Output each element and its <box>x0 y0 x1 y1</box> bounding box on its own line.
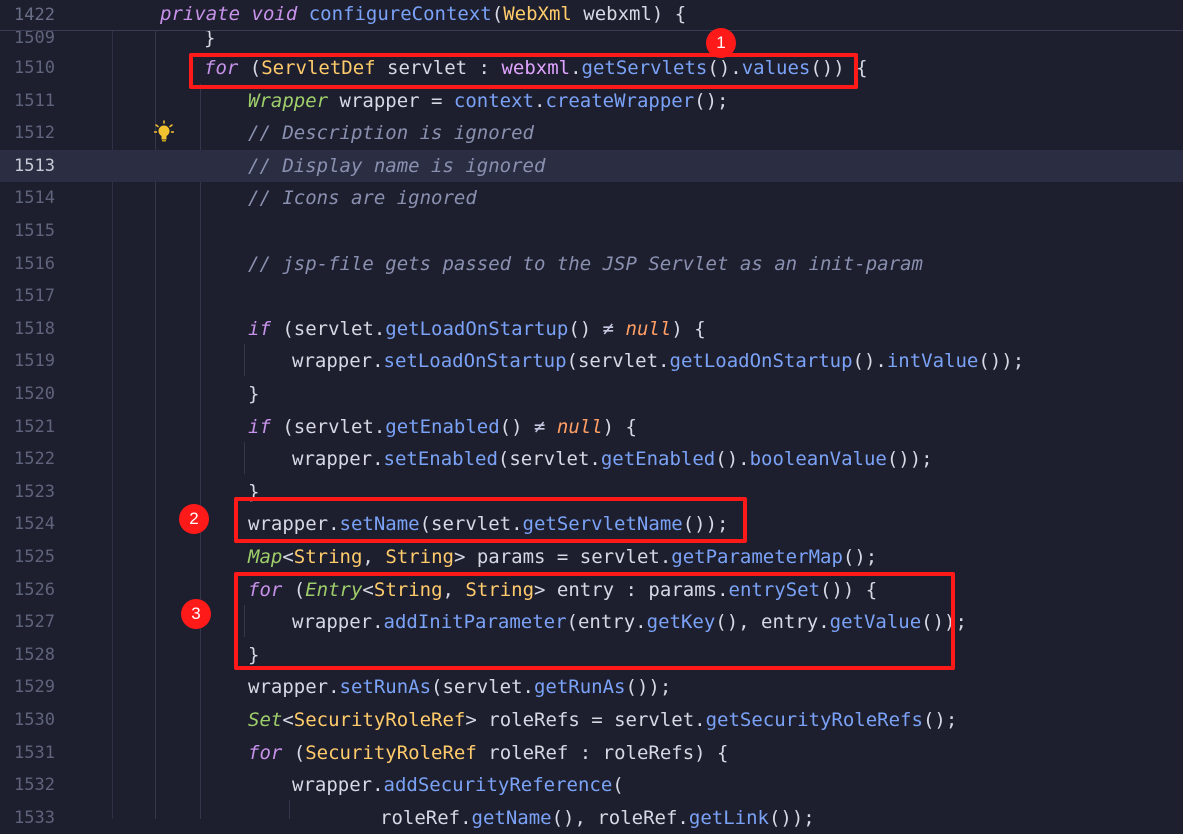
code-line[interactable]: 1514 // Icons are ignored <box>0 182 1183 215</box>
annotation-box-2 <box>234 497 747 543</box>
code-text: for (SecurityRoleRef roleRef : roleRefs)… <box>248 741 729 764</box>
code-text: roleRef.getName(), roleRef.getLink()); <box>380 806 815 829</box>
annotation-box-3 <box>234 572 955 670</box>
code-text: if (servlet.getLoadOnStartup() ≠ null) { <box>248 317 706 340</box>
line-number: 1527 <box>14 612 55 633</box>
annotation-badge-3: 3 <box>181 599 211 629</box>
line-number: 1514 <box>14 188 55 209</box>
code-line[interactable]: 1516 // jsp-file gets passed to the JSP S… <box>0 248 1183 281</box>
code-text: wrapper.setLoadOnStartup(servlet.getLoad… <box>292 350 1025 373</box>
line-number: 1513 <box>14 155 55 176</box>
line-number: 1516 <box>14 253 55 274</box>
line-number: 1525 <box>14 547 55 567</box>
code-text: // Description is ignored <box>248 122 534 145</box>
code-text: // jsp-file gets passed to the JSP Servl… <box>248 252 923 275</box>
line-number: 1522 <box>14 449 55 470</box>
annotation-box-1 <box>189 53 858 89</box>
code-text: Wrapper wrapper = context.createWrapper(… <box>248 89 729 112</box>
sticky-method-signature[interactable]: private void configureContext(WebXml web… <box>160 0 686 28</box>
line-number: 1531 <box>14 742 55 763</box>
line-number: 1532 <box>14 775 55 796</box>
code-line[interactable]: 1522 wrapper.setEnabled(servlet.getEnable… <box>0 443 1183 476</box>
code-text: wrapper.setRunAs(servlet.getRunAs()); <box>248 676 672 699</box>
code-line[interactable]: 1519 wrapper.setLoadOnStartup(servlet.get… <box>0 345 1183 378</box>
line-number: 1510 <box>14 58 55 78</box>
line-number: 1519 <box>14 351 55 372</box>
code-line[interactable]: 1529 wrapper.setRunAs(servlet.getRunAs())… <box>0 671 1183 704</box>
code-line[interactable]: 1532 wrapper.addSecurityReference( <box>0 769 1183 802</box>
code-text: } <box>248 383 260 405</box>
code-text: Map<String, String> params = servlet.get… <box>248 546 878 568</box>
line-number: 1530 <box>14 710 55 730</box>
code-line[interactable]: 1531 for (SecurityRoleRef roleRef : roleR… <box>0 737 1183 770</box>
code-text: wrapper.setEnabled(servlet.getEnabled().… <box>292 448 933 471</box>
code-text: // Display name is ignored <box>248 154 546 177</box>
code-editor[interactable]: 1422 private void configureContext(WebXm… <box>0 0 1183 829</box>
code-line[interactable]: 1518 if (servlet.getLoadOnStartup() ≠ nul… <box>0 313 1183 346</box>
code-line[interactable]: 1525 Map<String, String> params = servlet… <box>0 541 1183 574</box>
code-text: wrapper.addSecurityReference( <box>292 774 624 797</box>
line-number: 1512 <box>14 123 55 144</box>
line-number: 1529 <box>14 677 55 698</box>
code-text: // Icons are ignored <box>248 187 477 210</box>
line-number: 1515 <box>14 221 55 241</box>
sticky-scope-header[interactable]: 1422 private void configureContext(WebXm… <box>0 0 1183 31</box>
line-number: 1520 <box>14 384 55 404</box>
code-line[interactable]: 1533 roleRef.getName(), roleRef.getLink()… <box>0 802 1183 834</box>
line-number: 1533 <box>14 807 55 828</box>
code-line[interactable]: 1515 <box>0 215 1183 248</box>
code-line[interactable]: 1521 if (servlet.getEnabled() ≠ null) { <box>0 411 1183 444</box>
code-line[interactable]: 1517 <box>0 280 1183 313</box>
line-number: 1523 <box>14 481 55 502</box>
lightbulb-icon[interactable] <box>154 120 174 144</box>
annotation-badge-2: 2 <box>179 504 209 534</box>
line-number: 1511 <box>14 90 55 111</box>
line-number: 1422 <box>14 5 55 25</box>
line-number: 1524 <box>14 514 55 535</box>
code-line-current[interactable]: 1513 // Display name is ignored <box>0 149 1183 183</box>
code-line[interactable]: 1530 Set<SecurityRoleRef> roleRefs = serv… <box>0 704 1183 737</box>
line-number: 1517 <box>14 286 55 307</box>
line-number: 1518 <box>14 318 55 339</box>
code-line[interactable]: 1512 // Description is ignored <box>0 117 1183 150</box>
line-number: 1528 <box>14 644 55 665</box>
code-line[interactable]: 1511 Wrapper wrapper = context.createWrap… <box>0 85 1183 118</box>
code-line[interactable]: 1520} <box>0 378 1183 411</box>
annotation-badge-1: 1 <box>706 28 736 58</box>
code-text: Set<SecurityRoleRef> roleRefs = servlet.… <box>248 709 958 731</box>
line-number: 1526 <box>14 579 55 600</box>
code-text: if (servlet.getEnabled() ≠ null) { <box>248 415 637 438</box>
line-number: 1521 <box>14 416 55 437</box>
